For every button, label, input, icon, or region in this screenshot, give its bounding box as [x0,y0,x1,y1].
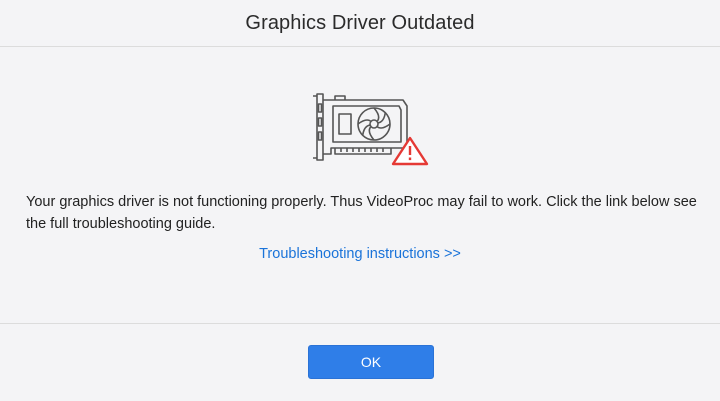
dialog-title: Graphics Driver Outdated [245,11,475,34]
graphics-card-icon [313,93,429,166]
footer-divider [0,323,720,324]
dialog-message: Your graphics driver is not functioning … [26,194,697,232]
ok-button[interactable]: OK [308,345,434,379]
troubleshooting-link[interactable]: Troubleshooting instructions >> [0,246,720,262]
graphics-card-illustration [311,92,431,166]
dialog-titlebar: Graphics Driver Outdated [0,0,720,47]
driver-outdated-dialog: Graphics Driver Outdated Your graphics d… [0,0,720,401]
